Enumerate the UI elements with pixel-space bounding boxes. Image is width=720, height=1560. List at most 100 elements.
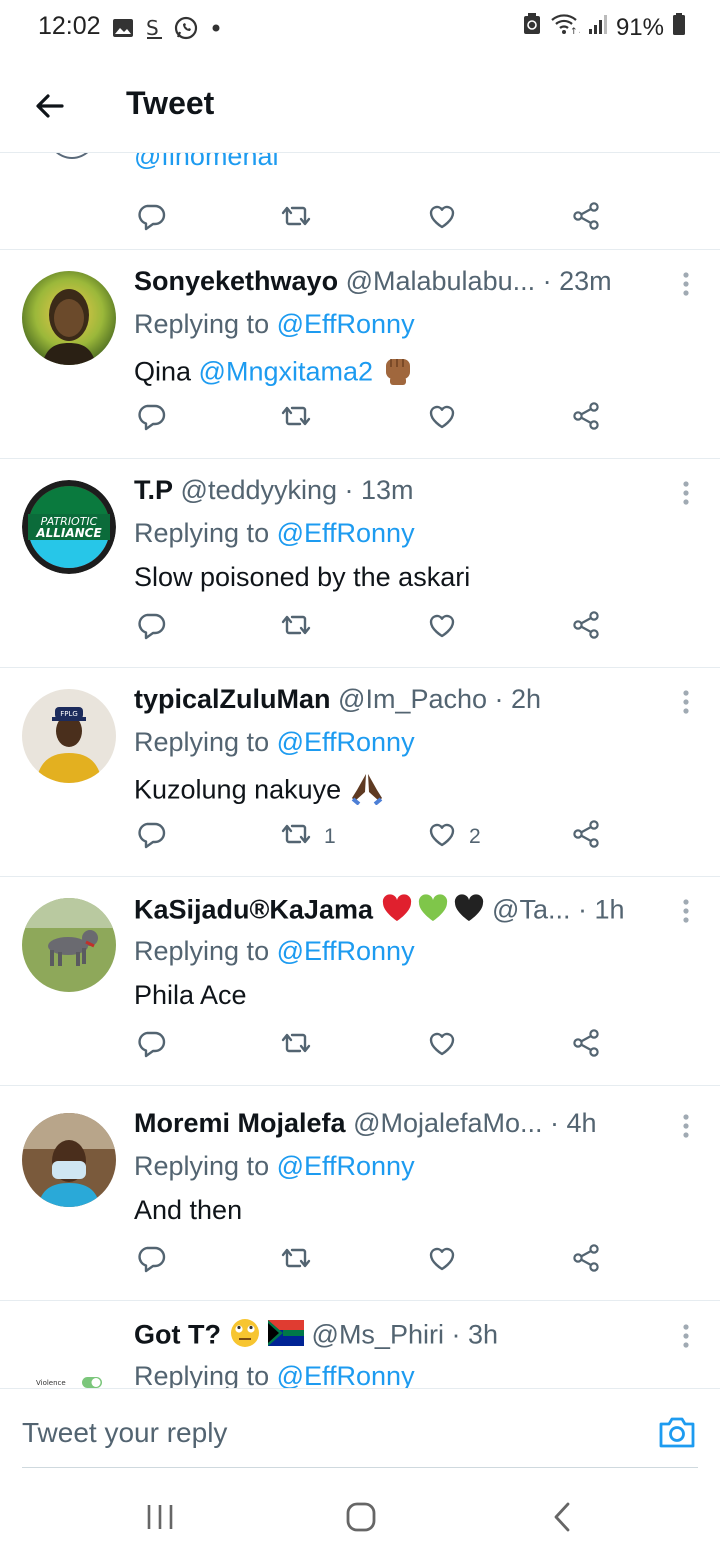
- retweet-icon[interactable]: [280, 1243, 312, 1273]
- battery-percent: 91%: [615, 13, 664, 41]
- mention-link[interactable]: @finomenal: [134, 153, 278, 172]
- heart-emojis-icon: [381, 893, 485, 930]
- whatsapp-icon: [174, 14, 198, 42]
- retweet-count: 1: [324, 825, 336, 848]
- retweet-icon[interactable]: [280, 610, 312, 640]
- like-icon[interactable]: [427, 1243, 457, 1273]
- share-icon[interactable]: [572, 1243, 602, 1273]
- south-africa-flag-emoji-icon: [268, 1320, 305, 1353]
- folded-hands-emoji-icon: [349, 771, 385, 812]
- mention-link[interactable]: @EffRonny: [277, 936, 415, 966]
- display-name[interactable]: Sonyekethwayo: [134, 266, 338, 296]
- gallery-icon: [112, 14, 134, 42]
- avatar-text-violence: Violence: [36, 1379, 66, 1387]
- retweet-icon: [280, 819, 312, 855]
- status-time: 12:02: [38, 12, 101, 40]
- reply-icon[interactable]: [136, 1028, 166, 1058]
- back-nav-icon[interactable]: [552, 1502, 572, 1537]
- like-icon[interactable]: [427, 401, 457, 431]
- avatar[interactable]: [46, 153, 98, 159]
- display-name[interactable]: typicalZuluMan: [134, 684, 331, 714]
- avatar[interactable]: [22, 271, 116, 365]
- share-icon[interactable]: [572, 201, 602, 231]
- sync-icon: S: [145, 14, 165, 42]
- replying-to: Replying to @EffRonny: [134, 518, 415, 548]
- mention-link[interactable]: @EffRonny: [277, 727, 415, 757]
- top-app-bar: Tweet: [0, 58, 720, 153]
- reply-composer[interactable]: Tweet your reply: [0, 1388, 720, 1469]
- replies-feed[interactable]: @finomenal Sonyekethwayo @Malabulabu... …: [0, 153, 720, 1388]
- avatar-text-alliance: ALLIANCE: [35, 526, 102, 540]
- tweet-text: Slow poisoned by the askari: [134, 562, 471, 592]
- mention-link[interactable]: @EffRonny: [277, 518, 415, 548]
- reply-icon[interactable]: [136, 1243, 166, 1273]
- replying-to: Replying to @EffRonny: [134, 936, 415, 966]
- more-options-icon[interactable]: [682, 689, 690, 715]
- like-icon[interactable]: [427, 1028, 457, 1058]
- share-icon[interactable]: [572, 1028, 602, 1058]
- display-name[interactable]: KaSijadu®KaJama: [134, 895, 373, 925]
- avatar[interactable]: [22, 898, 116, 992]
- retweet-icon[interactable]: [280, 401, 312, 431]
- share-icon[interactable]: [572, 401, 602, 431]
- status-bar: 12:02 S ↑↓ 91%: [0, 0, 720, 58]
- mention-link[interactable]: @EffRonny: [277, 1361, 415, 1388]
- replying-to: Replying to @EffRonny: [134, 1151, 415, 1181]
- input-underline: [22, 1467, 698, 1468]
- reply-tweet[interactable]: Moremi Mojalefa @MojalefaMo... · 4h Repl…: [0, 1091, 720, 1301]
- retweet-icon[interactable]: [280, 1028, 312, 1058]
- tweet-text: Kuzolung nakuye: [134, 771, 385, 812]
- reply-tweet[interactable]: Violence Got T? @Ms_Phiri · 3h Replying …: [0, 1301, 720, 1388]
- avatar[interactable]: Violence: [22, 1323, 116, 1388]
- camera-icon[interactable]: [658, 1415, 696, 1454]
- reply-tweet[interactable]: FPLG typicalZuluMan @Im_Pacho · 2h Reply…: [0, 667, 720, 877]
- svg-text:↑↓: ↑↓: [570, 27, 580, 36]
- more-options-icon[interactable]: [682, 898, 690, 924]
- signal-icon: [588, 13, 608, 42]
- like-count: 2: [469, 825, 481, 848]
- more-options-icon[interactable]: [682, 271, 690, 297]
- mention-link[interactable]: @Mngxitama2: [199, 357, 373, 387]
- partial-tweet[interactable]: @finomenal: [0, 153, 720, 250]
- share-icon[interactable]: [572, 610, 602, 640]
- reply-tweet[interactable]: PATRIOTIC ALLIANCE T.P @teddyyking · 13m…: [0, 458, 720, 668]
- display-name[interactable]: T.P: [134, 475, 173, 505]
- recent-apps-icon[interactable]: [146, 1502, 174, 1537]
- reply-tweet[interactable]: KaSijadu®KaJama @Ta... · 1h Replying to …: [0, 876, 720, 1086]
- data-saver-icon: [522, 12, 542, 43]
- replying-to: Replying to @EffRonny: [134, 727, 415, 757]
- avatar[interactable]: FPLG: [22, 689, 116, 783]
- mention-link[interactable]: @EffRonny: [277, 309, 415, 339]
- handle-and-time: @Im_Pacho · 2h: [338, 684, 542, 714]
- reply-icon[interactable]: [136, 819, 166, 849]
- svg-text:S: S: [146, 16, 159, 40]
- avatar[interactable]: [22, 1113, 116, 1207]
- system-nav-bar: [0, 1470, 720, 1560]
- like-button[interactable]: 2: [427, 819, 481, 855]
- reply-icon[interactable]: [136, 201, 166, 231]
- reply-tweet[interactable]: Sonyekethwayo @Malabulabu... · 23m Reply…: [0, 249, 720, 459]
- reply-input[interactable]: Tweet your reply: [22, 1417, 227, 1449]
- back-arrow-icon[interactable]: [32, 88, 68, 124]
- battery-icon: [672, 12, 686, 43]
- display-name[interactable]: Got T?: [134, 1320, 221, 1350]
- like-icon[interactable]: [427, 610, 457, 640]
- like-icon: [427, 819, 457, 855]
- avatar[interactable]: PATRIOTIC ALLIANCE: [22, 480, 116, 574]
- wifi-icon: ↑↓: [550, 12, 585, 43]
- more-options-icon[interactable]: [682, 1323, 690, 1349]
- home-icon[interactable]: [345, 1502, 377, 1537]
- reply-icon[interactable]: [136, 401, 166, 431]
- mention-link[interactable]: @EffRonny: [277, 1151, 415, 1181]
- share-icon[interactable]: [572, 819, 602, 849]
- like-icon[interactable]: [427, 201, 457, 231]
- page-title: Tweet: [126, 85, 215, 121]
- more-options-icon[interactable]: [682, 1113, 690, 1139]
- display-name[interactable]: Moremi Mojalefa: [134, 1108, 346, 1138]
- tweet-text: Phila Ace: [134, 980, 247, 1010]
- more-options-icon[interactable]: [682, 480, 690, 506]
- retweet-button[interactable]: 1: [280, 819, 336, 855]
- handle-and-time: @Ta... · 1h: [492, 894, 625, 925]
- retweet-icon[interactable]: [280, 201, 312, 231]
- reply-icon[interactable]: [136, 610, 166, 640]
